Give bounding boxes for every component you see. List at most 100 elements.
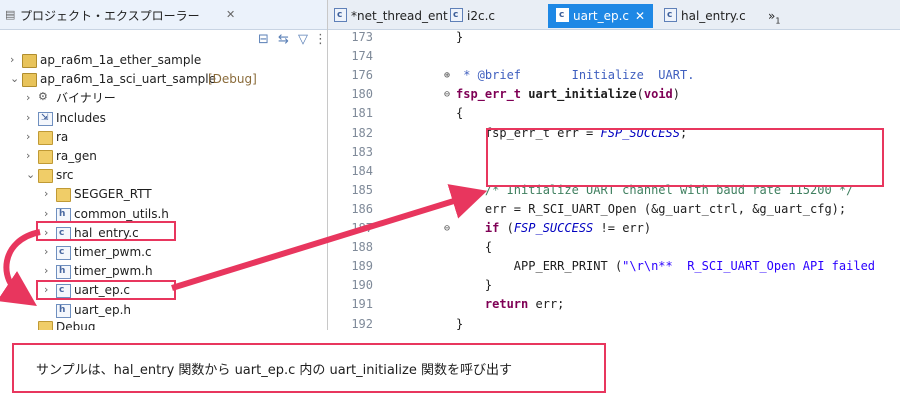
tree-item-label: ap_ra6m_1a_ether_sample (40, 53, 202, 67)
code-text: { (456, 240, 493, 255)
explorer-view-icon: ▤ (5, 8, 16, 21)
hal-entry-highlight-box (36, 221, 176, 241)
code-line: 174 (328, 47, 900, 66)
explorer-title[interactable]: プロジェクト・エクスプローラー (20, 7, 200, 24)
callout-text: サンプルは、hal_entry 関数から uart_ep.c 内の uart_i… (36, 363, 512, 378)
line-number: 189 (351, 259, 373, 274)
tree-item-label: ap_ra6m_1a_sci_uart_sample (40, 72, 216, 87)
line-number: 181 (351, 106, 373, 121)
line-number: 187 (351, 221, 373, 235)
tree-item-label: SEGGER_RTT (74, 187, 152, 202)
editor-tabs: *net_thread_ent i2c.c uart_ep.c✕ hal_ent… (328, 0, 900, 30)
chevron-right-icon[interactable]: › (10, 50, 14, 70)
close-view-icon[interactable]: ✕ (226, 8, 235, 21)
build-config-label: [Debug] (208, 72, 257, 87)
c-file-icon (56, 242, 71, 262)
line-number: 188 (351, 240, 373, 255)
chevron-right-icon[interactable]: › (44, 242, 48, 262)
code-text: { (456, 106, 464, 121)
line-number: 190 (351, 278, 373, 293)
project-icon (22, 73, 37, 88)
line-number: 185 (351, 182, 373, 197)
chevron-down-icon[interactable]: ⌄ (26, 165, 35, 185)
c-file-icon (664, 3, 677, 27)
code-line: 186 err = R_SCI_UART_Open (&g_uart_ctrl,… (328, 200, 900, 219)
uart-ep-highlight-box (36, 280, 176, 300)
tree-item[interactable]: › ra_gen (0, 146, 327, 166)
code-text: fsp_err_t uart_initialize(void) (456, 87, 681, 102)
tree-item-label: ra_gen (56, 149, 97, 163)
explorer-header: ▤ プロジェクト・エクスプローラー ✕ (0, 0, 327, 30)
tab-uart-ep[interactable]: uart_ep.c✕ (548, 3, 654, 28)
line-number: 173 (351, 30, 373, 44)
code-text: } (456, 278, 493, 293)
folder-icon (56, 188, 71, 203)
tree-item[interactable]: › Includes (0, 108, 327, 128)
project-icon (22, 54, 37, 68)
link-editor-icon[interactable]: ⇆ (278, 32, 289, 47)
collapse-all-icon[interactable]: ⊟ (258, 32, 269, 47)
chevron-right-icon[interactable]: › (44, 261, 48, 281)
close-icon[interactable]: ✕ (635, 9, 645, 23)
chevron-right-icon[interactable]: › (26, 88, 30, 108)
c-file-icon (450, 3, 463, 27)
tree-item-label: timer_pwm.h (74, 264, 153, 279)
line-number: 192 (351, 316, 373, 331)
code-text: if (FSP_SUCCESS != err) (484, 221, 652, 235)
tree-item[interactable]: ⌄ ap_ra6m_1a_sci_uart_sample [Debug] (0, 69, 327, 89)
collapse-fold-icon[interactable]: ⊖ (444, 85, 450, 104)
line-number: 176 (351, 68, 373, 83)
tree-item[interactable]: › timer_pwm.c (0, 242, 327, 262)
c-file-icon (556, 3, 569, 27)
code-text: } (456, 30, 464, 44)
callout-box: サンプルは、hal_entry 関数から uart_ep.c 内の uart_i… (12, 343, 606, 393)
expand-fold-icon[interactable]: ⊕ (444, 66, 450, 85)
code-text: * @brief Initialize UART. (456, 68, 695, 83)
tab-hal-entry[interactable]: hal_entry.c (664, 3, 746, 28)
chevron-right-icon[interactable]: › (26, 146, 30, 166)
collapse-fold-icon[interactable]: ⊖ (444, 219, 450, 238)
code-line: 173} (328, 28, 900, 47)
tree-item[interactable]: ⌄ src (0, 165, 327, 185)
folder-icon (38, 150, 53, 164)
code-line: 192} (328, 315, 900, 331)
tree-item-label: ra (56, 129, 69, 144)
code-text: } (456, 316, 464, 331)
tree-item-label: src (56, 168, 74, 183)
folder-icon (38, 169, 53, 184)
tree-item-label: timer_pwm.c (74, 245, 152, 259)
chevron-right-icon[interactable]: › (26, 108, 30, 128)
tree-item[interactable]: › ra (0, 127, 327, 147)
code-line: 181 { (328, 104, 900, 123)
line-number: 174 (351, 49, 373, 64)
tree-item[interactable]: › ap_ra6m_1a_ether_sample (0, 50, 327, 70)
chevron-down-icon[interactable]: ⌄ (10, 69, 19, 89)
folder-icon (38, 320, 53, 330)
filter-icon[interactable]: ▽ (298, 32, 308, 47)
tree-item[interactable]: › timer_pwm.h (0, 261, 327, 281)
line-number: 191 (351, 297, 373, 312)
tab-i2c[interactable]: i2c.c (450, 3, 495, 28)
header-file-icon (56, 261, 71, 281)
tree-item[interactable]: Debug (0, 317, 327, 330)
code-line: 190 } (328, 276, 900, 295)
tab-net-thread-entry[interactable]: *net_thread_ent (334, 3, 448, 28)
code-line: 176 ⊕ * @brief Initialize UART. (328, 66, 900, 85)
code-text: APP_ERR_PRINT ("\r\n** R_SCI_UART_Open A… (456, 259, 876, 274)
code-editor: *net_thread_ent i2c.c uart_ep.c✕ hal_ent… (328, 0, 900, 330)
view-menu-icon[interactable]: ⋮ (314, 32, 327, 47)
includes-icon (38, 108, 53, 128)
code-line: 191 return err; (328, 295, 900, 314)
code-highlight-box (486, 128, 884, 187)
tree-item[interactable]: › ⚙ バイナリー (0, 88, 327, 108)
line-number: 184 (351, 163, 373, 178)
explorer-toolbar: ⊟ ⇆ ▽ ⋮ (0, 30, 327, 50)
line-number: 180 (351, 87, 373, 102)
chevron-right-icon[interactable]: › (44, 184, 48, 204)
code-line: 187 ⊖ if (FSP_SUCCESS != err) (328, 219, 900, 238)
tree-item[interactable]: › SEGGER_RTT (0, 184, 327, 204)
tree-item-label: Debug (56, 319, 96, 330)
chevron-right-icon[interactable]: › (26, 127, 30, 147)
line-number: 186 (351, 201, 373, 216)
tree-item-label: Includes (56, 110, 106, 125)
